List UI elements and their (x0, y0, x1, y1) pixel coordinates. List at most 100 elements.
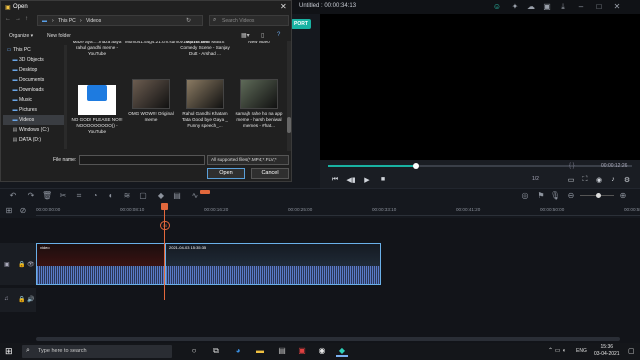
cancel-button[interactable]: Cancel (251, 168, 289, 179)
up-icon[interactable]: ↑ (25, 16, 28, 22)
export-button[interactable]: PORT (291, 19, 311, 29)
rewind-icon[interactable]: ◀▮ (346, 176, 356, 184)
video-clip[interactable]: 2021-04-03 15:35:35 (165, 243, 381, 285)
video-clip[interactable]: video (36, 243, 165, 285)
playhead-handle[interactable] (161, 203, 168, 210)
search-box[interactable]: ⌕ Search Videos (209, 15, 289, 26)
windows-start-icon[interactable]: ⊞ (5, 346, 13, 356)
nav-item[interactable]: ▤ DATA (D:) (3, 135, 67, 145)
settings-icon[interactable]: ⚙ (622, 176, 632, 184)
preview-progress-bar[interactable] (328, 163, 632, 169)
file-explorer-icon[interactable]: ▬ (254, 345, 266, 357)
file-item[interactable]: NO GOD! PLEASE NO!!! NOOOOOOOOO() - YouT… (71, 79, 123, 135)
notifications-icon[interactable]: ▢ (628, 347, 635, 355)
link-icon[interactable]: ⊘ (18, 206, 28, 215)
task-view-icon[interactable]: ⧉ (210, 345, 222, 357)
back-icon[interactable]: ← (5, 16, 11, 22)
breadcrumb-this-pc[interactable]: This PC (58, 18, 76, 24)
timeline-scrollbar[interactable] (36, 337, 620, 341)
filmora-icon[interactable]: ◆ (336, 345, 348, 357)
file-type-select[interactable]: All supported files(*.MP4;*.FLV;* (207, 155, 289, 165)
lock-icon[interactable]: 🔒 (18, 261, 25, 268)
delete-icon[interactable]: 🗑 (42, 191, 52, 200)
account-icon[interactable]: ☺ (492, 2, 502, 12)
voiceover-icon[interactable]: 🎙 (550, 191, 560, 200)
view-options-icon[interactable]: ▦▾ (241, 32, 250, 39)
nav-item[interactable]: ▬ Desktop (3, 65, 67, 75)
mask-icon[interactable]: ▢ (138, 191, 148, 200)
file-item[interactable]: Mumb41.54g4.21.cm.sdm0v1bq01nt.dev (125, 41, 208, 45)
file-item[interactable]: New video (233, 41, 285, 45)
file-name-input[interactable] (79, 155, 205, 165)
file-item[interactable]: Munna Bhai MBBS Comedy Scene - Sanjay Du… (179, 41, 231, 57)
new-folder-button[interactable]: New folder (47, 33, 71, 39)
file-item[interactable]: OMG WOW!!! Original meme (125, 79, 177, 123)
tray-icons[interactable]: ⌃ ▭ ◖ (548, 347, 566, 354)
taskbar-clock[interactable]: 15:36 03-04-2021 (594, 344, 620, 358)
taskbar-search-box[interactable]: ⌕ Type here to search (22, 345, 172, 358)
download-icon[interactable]: ⤓ (558, 2, 568, 12)
playhead-line[interactable] (164, 205, 165, 300)
nav-item[interactable]: ▬ Videos (3, 115, 67, 125)
add-track-icon[interactable]: ⊞ (4, 206, 14, 215)
organize-menu[interactable]: Organize ▾ (9, 33, 33, 39)
save-icon[interactable]: ▣ (542, 2, 552, 12)
undo-icon[interactable]: ↶ (8, 191, 18, 200)
chrome-icon[interactable]: ◉ (316, 345, 328, 357)
speaker-icon[interactable]: 🔊 (27, 296, 34, 303)
volume-icon[interactable]: ♪ (608, 176, 618, 183)
audio-icon[interactable]: ≋ (122, 191, 132, 200)
store-icon[interactable]: ▤ (276, 345, 288, 357)
nav-scrollbar[interactable] (64, 45, 67, 149)
prev-frame-icon[interactable]: ⏮ (330, 176, 340, 184)
edge-icon[interactable]: ◕ (232, 345, 244, 357)
file-item[interactable]: Maze aya.....maza aaya rahul gandhi meme… (71, 41, 123, 57)
address-bar[interactable]: ▬ › This PC › Videos ↻ (37, 15, 203, 26)
nav-item[interactable]: ▬ 3D Objects (3, 55, 67, 65)
cut-icon[interactable]: ✂ (58, 191, 68, 200)
nav-item[interactable]: ▬ Pictures (3, 105, 67, 115)
redo-icon[interactable]: ↷ (26, 191, 36, 200)
breadcrumb-videos[interactable]: Videos (86, 18, 101, 24)
fullscreen-icon[interactable]: ⛶ (580, 176, 590, 184)
playback-ratio[interactable]: 1/2 (532, 176, 539, 182)
marker-icon[interactable]: ⚑ (536, 191, 546, 200)
help-icon[interactable]: ? (277, 32, 280, 38)
file-item[interactable]: Rahul Gandhi Khatam Tata Good bye Gaya _… (179, 79, 231, 129)
close-icon[interactable]: ✕ (280, 2, 287, 11)
bulb-icon[interactable]: ✦ (510, 2, 520, 12)
nav-item[interactable]: ▬ Documents (3, 75, 67, 85)
zoom-knob[interactable] (596, 193, 601, 198)
file-item[interactable]: samajh rahe ho na app meme - harsh beniw… (233, 79, 285, 129)
snapshot-icon[interactable]: ◉ (594, 176, 604, 184)
playhead-badge[interactable]: 00 (160, 221, 170, 230)
audio-lock-icon[interactable]: 🔒 (18, 296, 25, 303)
file-list-scrollbar[interactable] (287, 41, 291, 151)
render-preview-icon[interactable]: ◎ (520, 191, 530, 200)
preview-pane-icon[interactable]: ▯ (261, 32, 264, 39)
minimize-icon[interactable]: – (576, 2, 586, 12)
nav-item[interactable]: ▬ Downloads (3, 85, 67, 95)
nav-item[interactable]: ▬ Music (3, 95, 67, 105)
cloud-icon[interactable]: ☁ (526, 2, 536, 12)
zoom-in-icon[interactable]: ⊕ (618, 191, 628, 200)
color-icon[interactable]: ◐ (106, 191, 116, 200)
language-indicator[interactable]: ENG (576, 348, 587, 354)
green-screen-icon[interactable]: ▤ (172, 191, 182, 200)
office-icon[interactable]: ▣ (296, 345, 308, 357)
mark-in-out[interactable]: { } (569, 163, 575, 169)
waveform-icon[interactable]: ∿ (190, 191, 200, 200)
open-button[interactable]: Open (207, 168, 245, 179)
render-icon[interactable]: ▭ (566, 176, 576, 184)
file-list-scroll-thumb[interactable] (287, 117, 291, 133)
maximize-icon[interactable]: □ (594, 2, 604, 12)
nav-item[interactable]: ▤ Windows (C:) (3, 125, 67, 135)
refresh-icon[interactable]: ↻ (186, 17, 191, 24)
stop-icon[interactable]: ■ (378, 176, 388, 183)
nav-item[interactable]: ▭ This PC (3, 45, 67, 55)
close-icon[interactable]: ✕ (612, 2, 622, 12)
play-icon[interactable]: ▶ (362, 176, 372, 184)
speed-icon[interactable]: ◔ (90, 191, 100, 200)
crop-icon[interactable]: ⌗ (74, 191, 84, 201)
eye-icon[interactable]: 👁 (27, 261, 35, 268)
